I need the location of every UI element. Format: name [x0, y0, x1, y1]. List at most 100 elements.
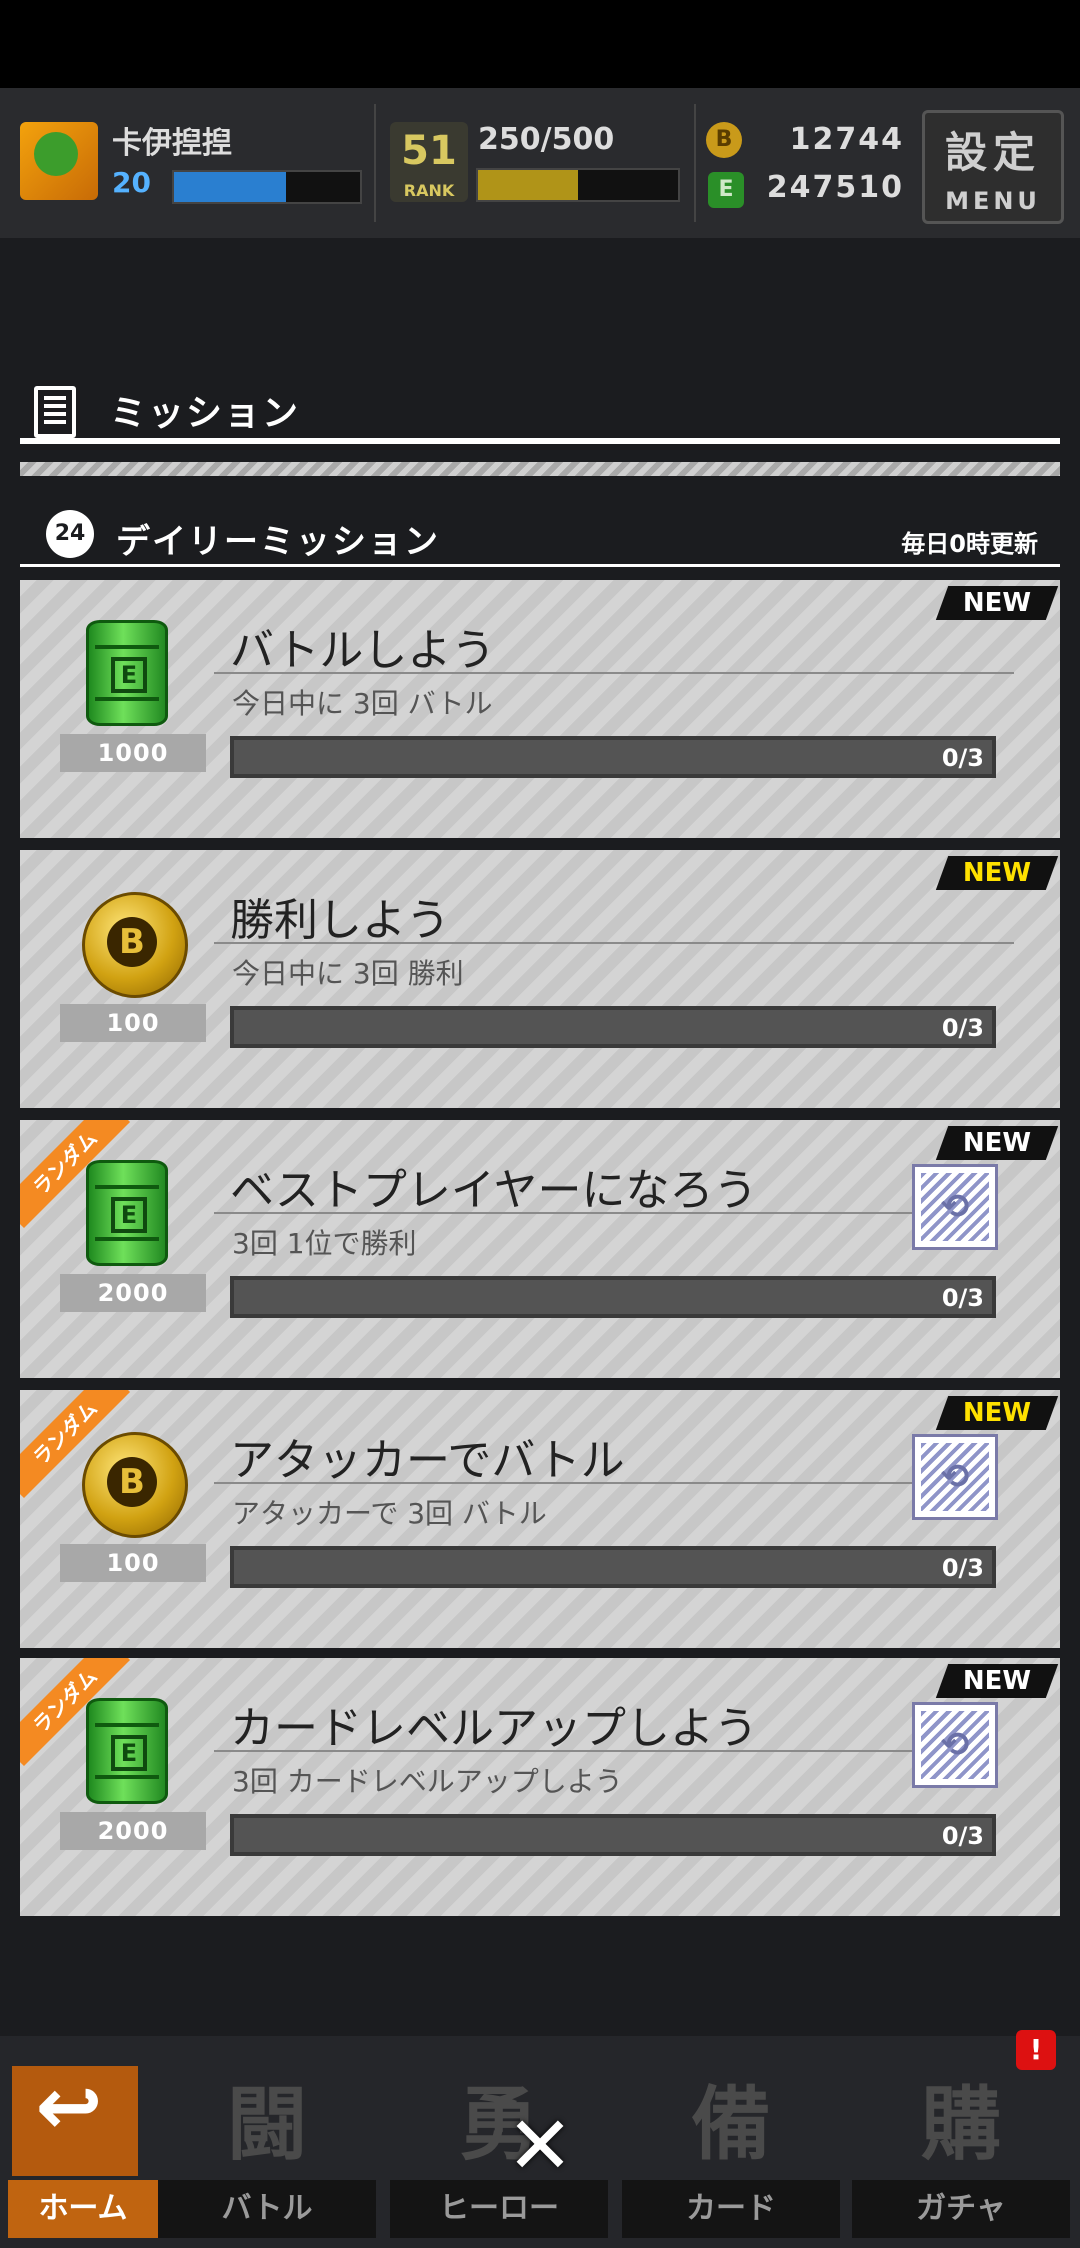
- mission-title: アタッカーでバトル: [230, 1435, 625, 1486]
- mission-subtitle: アタッカーで 3回 バトル: [232, 1497, 547, 1530]
- mission-card[interactable]: ランダム NEW B 100 アタッカーでバトル アタッカーで 3回 バトル 0…: [20, 1390, 1060, 1648]
- divider: [374, 104, 376, 222]
- player-avatar[interactable]: [20, 122, 98, 200]
- mission-subtitle: 3回 1位で勝利: [232, 1227, 417, 1260]
- reward-amount: 100: [60, 1004, 206, 1042]
- new-badge: NEW: [935, 586, 1059, 620]
- battle-icon: 闘: [227, 2078, 307, 2171]
- reroll-icon: ⟲: [940, 1457, 970, 1497]
- new-badge: NEW: [935, 1664, 1059, 1698]
- reroll-button[interactable]: ⟲: [912, 1702, 998, 1788]
- title-underline: [214, 1212, 922, 1214]
- title-underline: [214, 1482, 922, 1484]
- mission-subtitle: 3回 カードレベルアップしよう: [232, 1765, 623, 1798]
- daily-mission-title: デイリーミッション: [116, 522, 440, 562]
- reward-amount: 2000: [60, 1812, 206, 1850]
- new-badge-text: NEW: [962, 1398, 1032, 1428]
- mission-card[interactable]: NEW B 100 勝利しよう 今日中に 3回 勝利 0/3: [20, 850, 1060, 1108]
- progress-text: 0/3: [941, 1554, 984, 1582]
- new-badge: NEW: [935, 856, 1059, 890]
- reroll-button[interactable]: ⟲: [912, 1164, 998, 1250]
- player-level: 20: [112, 166, 151, 199]
- level-exp-bar: [172, 170, 362, 204]
- b-can-icon: E: [86, 1698, 168, 1804]
- mission-title: 勝利しよう: [230, 895, 450, 946]
- nav-gacha-label: ガチャ: [852, 2180, 1070, 2238]
- mission-subtitle: 今日中に 3回 バトル: [232, 687, 493, 720]
- rank-label: RANK: [403, 181, 455, 200]
- nav-card-label: カード: [622, 2180, 840, 2238]
- document-icon: [34, 386, 76, 438]
- new-badge-text: NEW: [962, 588, 1032, 618]
- new-badge-text: NEW: [962, 1128, 1032, 1158]
- mission-title: ベストプレイヤーになろう: [230, 1165, 758, 1216]
- new-badge: NEW: [935, 1126, 1059, 1160]
- nav-home-label: ホーム: [8, 2180, 158, 2238]
- reward-icon: B: [82, 886, 188, 998]
- reward-icon: E: [82, 1156, 168, 1266]
- mission-card[interactable]: ランダム NEW E 2000 ベストプレイヤーになろう 3回 1位で勝利 0/…: [20, 1120, 1060, 1378]
- reroll-icon: ⟲: [940, 1725, 970, 1765]
- menu-kanji: 設定: [944, 128, 1041, 177]
- reward-amount: 100: [60, 1544, 206, 1582]
- nav-gacha[interactable]: 購 ガチャ: [852, 2050, 1070, 2244]
- new-badge: NEW: [935, 1396, 1059, 1430]
- mission-panel-header: ミッション: [20, 380, 1060, 470]
- rank-number: 51: [401, 128, 457, 174]
- progress-text: 0/3: [941, 1284, 984, 1312]
- header-stripe: [20, 462, 1060, 476]
- mission-progress-bar: 0/3: [230, 1006, 996, 1048]
- reroll-button[interactable]: ⟲: [912, 1434, 998, 1520]
- b-coin-icon: B: [706, 122, 742, 158]
- title-underline: [214, 672, 1014, 674]
- panel-title: ミッション: [110, 393, 301, 434]
- rank-progress-text: 250/500: [478, 122, 615, 157]
- progress-text: 0/3: [941, 1014, 984, 1042]
- alert-badge: !: [1016, 2030, 1056, 2070]
- player-name: 卡伊揑揑: [112, 126, 232, 161]
- mission-title: バトルしよう: [230, 625, 496, 676]
- header-rule: [20, 438, 1060, 444]
- mission-progress-bar: 0/3: [230, 736, 996, 778]
- can-amount: 247510: [766, 170, 904, 205]
- card-icon: 備: [691, 2078, 771, 2171]
- home-icon: ↩: [35, 2060, 103, 2153]
- reward-amount: 2000: [60, 1274, 206, 1312]
- b-coin-icon: B: [82, 892, 188, 998]
- reset-note: 毎日0時更新: [901, 530, 1038, 558]
- rank-progress-bar: [476, 168, 680, 202]
- reward-icon: E: [82, 1694, 168, 1804]
- top-status-bar: 卡伊揑揑 20 51 RANK 250/500 B 12744 E 247510…: [0, 88, 1080, 238]
- b-can-icon: E: [86, 620, 168, 726]
- reroll-icon: ⟲: [940, 1187, 970, 1227]
- gacha-icon: 購: [921, 2078, 1001, 2171]
- close-button[interactable]: ✕: [498, 2104, 582, 2188]
- reward-icon: B: [82, 1426, 188, 1538]
- daily-mission-header: 24 デイリーミッション 毎日0時更新: [20, 500, 1060, 570]
- menu-label: MENU: [945, 187, 1041, 215]
- b-coin-icon: B: [82, 1432, 188, 1538]
- progress-text: 0/3: [941, 1822, 984, 1850]
- mission-card[interactable]: ランダム NEW E 2000 カードレベルアップしよう 3回 カードレベルアッ…: [20, 1658, 1060, 1916]
- title-underline: [214, 1750, 922, 1752]
- rank-badge: 51 RANK: [390, 122, 468, 202]
- new-badge-text: NEW: [962, 858, 1032, 888]
- mission-title: カードレベルアップしよう: [230, 1703, 758, 1754]
- reward-amount: 1000: [60, 734, 206, 772]
- daily-rule: [20, 564, 1060, 567]
- menu-button[interactable]: 設定 MENU: [922, 110, 1064, 224]
- divider: [694, 104, 696, 222]
- b-can-icon: E: [708, 172, 744, 208]
- b-can-icon: E: [86, 1160, 168, 1266]
- new-badge-text: NEW: [962, 1666, 1032, 1696]
- nav-battle[interactable]: 闘 バトル: [158, 2050, 376, 2244]
- nav-battle-label: バトル: [158, 2180, 376, 2238]
- mission-card[interactable]: NEW E 1000 バトルしよう 今日中に 3回 バトル 0/3: [20, 580, 1060, 838]
- 24h-clock-icon: 24: [46, 510, 94, 558]
- mission-subtitle: 今日中に 3回 勝利: [232, 957, 464, 990]
- title-underline: [214, 942, 1014, 944]
- coin-amount: 12744: [789, 122, 904, 157]
- mission-progress-bar: 0/3: [230, 1276, 996, 1318]
- mission-progress-bar: 0/3: [230, 1546, 996, 1588]
- nav-card[interactable]: 備 カード: [622, 2050, 840, 2244]
